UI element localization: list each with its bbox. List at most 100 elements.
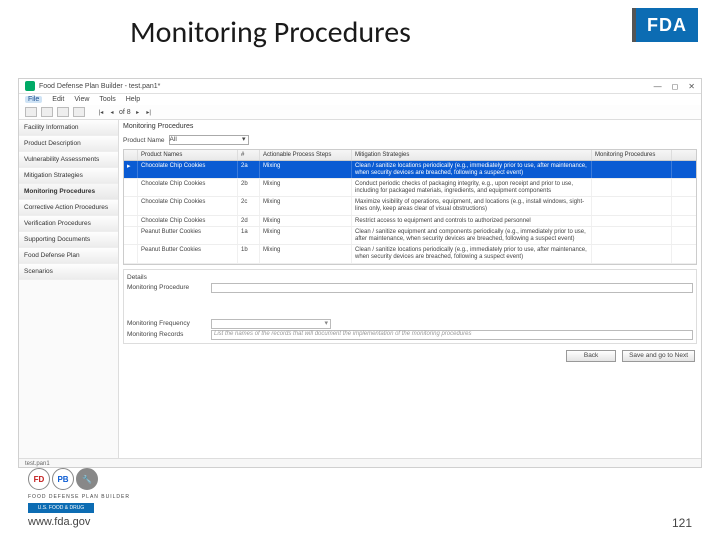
fdpb-badges: FD PB 🔧: [28, 468, 98, 490]
table-row[interactable]: Chocolate Chip Cookies2bMixingConduct pe…: [124, 179, 696, 197]
app-icon: [25, 81, 35, 91]
table-row[interactable]: Peanut Butter Cookies1aMixingClean / san…: [124, 227, 696, 245]
product-filter-value: All: [170, 136, 177, 143]
maximize-icon[interactable]: ◻: [672, 82, 679, 91]
badge-fd-icon: FD: [28, 468, 50, 490]
chevron-down-icon: ▾: [324, 319, 328, 327]
badge-wrench-icon: 🔧: [76, 468, 98, 490]
statusbar: test.pan1: [19, 458, 701, 469]
frequency-label: Monitoring Frequency: [127, 320, 207, 327]
sidebar-item-facility[interactable]: Facility Information: [19, 120, 118, 136]
cell-product: Chocolate Chip Cookies: [138, 197, 238, 214]
sidebar-item-supporting[interactable]: Supporting Documents: [19, 232, 118, 248]
grid-header-row: Product Names # Actionable Process Steps…: [124, 150, 696, 161]
col-product[interactable]: Product Names: [138, 150, 238, 160]
menu-edit[interactable]: Edit: [52, 96, 64, 103]
cell-number: 2a: [238, 161, 260, 178]
menu-view[interactable]: View: [74, 96, 89, 103]
cell-number: 1a: [238, 227, 260, 244]
cell-step: Mixing: [260, 216, 352, 227]
sidebar: Facility Information Product Description…: [19, 120, 119, 458]
sidebar-item-mitigation[interactable]: Mitigation Strategies: [19, 168, 118, 184]
cell-product: Chocolate Chip Cookies: [138, 161, 238, 178]
sidebar-item-verification[interactable]: Verification Procedures: [19, 216, 118, 232]
back-button[interactable]: Back: [566, 350, 616, 362]
records-label: Monitoring Records: [127, 331, 207, 338]
pager-next-icon[interactable]: ▸: [134, 108, 142, 116]
cell-mitigation: Conduct periodic checks of packaging int…: [352, 179, 592, 196]
toolbar-btn-3[interactable]: [57, 107, 69, 117]
cell-step: Mixing: [260, 161, 352, 178]
save-next-button[interactable]: Save and go to Next: [622, 350, 695, 362]
details-section: Details Monitoring Procedure Monitoring …: [123, 269, 697, 344]
toolbar-btn-4[interactable]: [73, 107, 85, 117]
col-number[interactable]: #: [238, 150, 260, 160]
cell-mitigation: Restrict access to equipment and control…: [352, 216, 592, 227]
grid: Product Names # Actionable Process Steps…: [123, 149, 697, 265]
cell-step: Mixing: [260, 227, 352, 244]
toolbar: |◂ ◂ of 8 ▸ ▸|: [19, 105, 701, 120]
cell-product: Chocolate Chip Cookies: [138, 179, 238, 196]
product-filter-combo[interactable]: All: [169, 135, 249, 145]
cell-product: Peanut Butter Cookies: [138, 227, 238, 244]
minimize-icon[interactable]: —: [654, 82, 662, 91]
page-number: 121: [672, 516, 692, 530]
fda-logo-badge: FDA: [636, 8, 698, 42]
row-marker: [124, 227, 138, 244]
window-title: Food Defense Plan Builder - test.pan1*: [39, 83, 160, 90]
menu-help[interactable]: Help: [126, 96, 140, 103]
cell-step: Mixing: [260, 245, 352, 262]
cell-step: Mixing: [260, 179, 352, 196]
section-title: Monitoring Procedures: [119, 120, 701, 133]
slide-title: Monitoring Procedures: [130, 14, 411, 51]
sidebar-item-vulnerability[interactable]: Vulnerability Assessments: [19, 152, 118, 168]
cell-monitoring: [592, 179, 672, 196]
col-selector: [124, 150, 138, 160]
app-window: Food Defense Plan Builder - test.pan1* —…: [18, 78, 702, 468]
fda-sub-badge: U.S. FOOD & DRUG: [28, 503, 94, 513]
menu-tools[interactable]: Tools: [99, 96, 115, 103]
product-filter-label: Product Name: [123, 137, 165, 144]
sidebar-item-plan[interactable]: Food Defense Plan: [19, 248, 118, 264]
sidebar-item-monitoring[interactable]: Monitoring Procedures: [19, 184, 118, 200]
menu-file[interactable]: File: [25, 96, 42, 103]
close-icon[interactable]: ✕: [688, 82, 695, 91]
cell-mitigation: Clean / sanitize equipment and component…: [352, 227, 592, 244]
cell-mitigation: Clean / sanitize locations periodically …: [352, 161, 592, 178]
fdpb-label: FOOD DEFENSE PLAN BUILDER: [28, 494, 130, 500]
row-marker: [124, 245, 138, 262]
cell-product: Peanut Butter Cookies: [138, 245, 238, 262]
row-marker: [124, 197, 138, 214]
toolbar-btn-1[interactable]: [25, 107, 37, 117]
col-step[interactable]: Actionable Process Steps: [260, 150, 352, 160]
pager-first-icon[interactable]: |◂: [97, 108, 105, 116]
cell-number: 2d: [238, 216, 260, 227]
cell-number: 2c: [238, 197, 260, 214]
details-header: Details: [127, 272, 693, 282]
badge-pb-icon: PB: [52, 468, 74, 490]
table-row[interactable]: ▸Chocolate Chip Cookies2aMixingClean / s…: [124, 161, 696, 179]
main-panel: Monitoring Procedures Product Name All P…: [119, 120, 701, 458]
cell-monitoring: [592, 197, 672, 214]
table-row[interactable]: Peanut Butter Cookies1bMixingClean / san…: [124, 245, 696, 263]
footer-website: www.fda.gov: [28, 516, 90, 530]
cell-step: Mixing: [260, 197, 352, 214]
procedure-input[interactable]: [211, 283, 693, 293]
col-monitoring[interactable]: Monitoring Procedures: [592, 150, 672, 160]
col-mitigation[interactable]: Mitigation Strategies: [352, 150, 592, 160]
frequency-combo[interactable]: ▾: [211, 319, 331, 329]
pager-last-icon[interactable]: ▸|: [145, 108, 153, 116]
sidebar-item-corrective[interactable]: Corrective Action Procedures: [19, 200, 118, 216]
app-titlebar: Food Defense Plan Builder - test.pan1* —…: [19, 79, 701, 94]
toolbar-btn-2[interactable]: [41, 107, 53, 117]
cell-number: 2b: [238, 179, 260, 196]
pager-prev-icon[interactable]: ◂: [108, 108, 116, 116]
cell-mitigation: Clean / sanitize locations periodically …: [352, 245, 592, 262]
table-row[interactable]: Chocolate Chip Cookies2cMixingMaximize v…: [124, 197, 696, 215]
sidebar-item-scenarios[interactable]: Scenarios: [19, 264, 118, 280]
cell-number: 1b: [238, 245, 260, 262]
table-row[interactable]: Chocolate Chip Cookies2dMixingRestrict a…: [124, 216, 696, 228]
row-marker: [124, 216, 138, 227]
sidebar-item-product[interactable]: Product Description: [19, 136, 118, 152]
records-input[interactable]: List the names of the records that will …: [211, 330, 693, 340]
